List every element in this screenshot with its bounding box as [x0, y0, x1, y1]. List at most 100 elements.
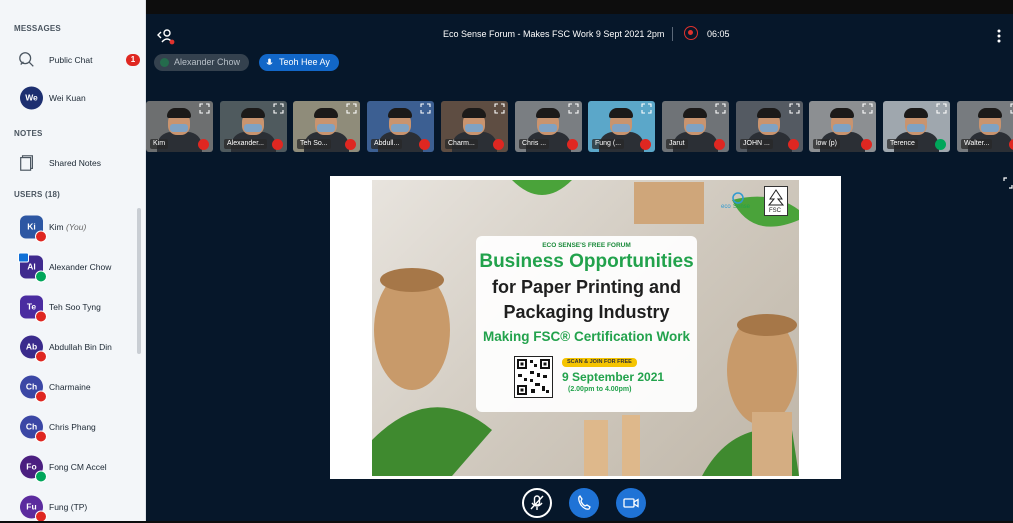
fullscreen-icon[interactable]: [346, 103, 357, 114]
microphone-muted-icon: [861, 139, 872, 150]
avatar: Fu: [20, 495, 47, 521]
video-tile[interactable]: low (p): [809, 101, 876, 152]
microphone-muted-icon: [493, 139, 504, 150]
toggle-userlist-icon[interactable]: [156, 27, 176, 45]
fullscreen-icon[interactable]: [641, 103, 652, 114]
avatar: Ab: [20, 335, 47, 363]
fullscreen-icon[interactable]: [862, 103, 873, 114]
video-tile[interactable]: Charm...: [441, 101, 508, 152]
avatar-initials: Ab: [25, 341, 38, 352]
video-user-name: Teh So...: [297, 139, 331, 149]
video-tile[interactable]: Walter...: [957, 101, 1013, 152]
messages-header: MESSAGES: [14, 24, 61, 33]
svg-text:eco: eco: [721, 204, 731, 210]
avatar: Ch: [20, 375, 47, 403]
shared-notes-label: Shared Notes: [49, 158, 101, 168]
top-bar: Eco Sense Forum - Makes FSC Work 9 Sept …: [146, 14, 1013, 54]
shared-notes-item[interactable]: Shared Notes: [0, 146, 145, 180]
video-tile[interactable]: JOHN ...: [736, 101, 803, 152]
recording-icon[interactable]: [684, 26, 698, 40]
person-hair: [167, 108, 191, 118]
fullscreen-icon[interactable]: [936, 103, 947, 114]
microphone-muted-icon: [345, 139, 356, 150]
user-name-text: Kim: [49, 222, 64, 232]
avatar: Ch: [20, 415, 47, 443]
eco-sense-logo: eco Sense: [721, 192, 751, 210]
face-mask: [465, 124, 483, 132]
avatar-initials: Fo: [26, 461, 37, 472]
video-user-name: Abdull...: [371, 139, 403, 149]
fullscreen-icon[interactable]: [199, 103, 210, 114]
video-tile[interactable]: Teh So...: [293, 101, 360, 152]
fullscreen-icon[interactable]: [568, 103, 579, 114]
fullscreen-icon[interactable]: [1003, 177, 1013, 189]
mute-button[interactable]: [522, 488, 552, 518]
user-name: Charmaine: [49, 382, 91, 392]
video-tile[interactable]: Fung (...: [588, 101, 655, 152]
user-name: Abdullah Bin Din: [49, 342, 112, 352]
user-list-item[interactable]: Fo Fong CM Accel: [0, 450, 145, 484]
microphone-icon: [35, 270, 47, 283]
share-webcam-button[interactable]: [616, 488, 646, 518]
video-user-name: Fung (...: [592, 139, 625, 149]
poster-title-line2: for Paper Printing and: [491, 277, 682, 297]
face-mask: [391, 124, 409, 132]
user-name: Kim (You): [49, 222, 86, 232]
meeting-title: Eco Sense Forum - Makes FSC Work 9 Sept …: [443, 29, 665, 39]
video-tile[interactable]: Kim: [146, 101, 213, 152]
fullscreen-icon[interactable]: [273, 103, 284, 114]
person-hair: [904, 108, 928, 118]
face-mask: [539, 124, 557, 132]
user-list-item[interactable]: Ch Chris Phang: [0, 410, 145, 444]
fullscreen-icon[interactable]: [420, 103, 431, 114]
person-hair: [830, 108, 854, 118]
microphone-muted-icon: [35, 430, 47, 443]
video-tile[interactable]: Jarut: [662, 101, 729, 152]
talking-indicator: Teoh Hee Ay: [259, 54, 339, 71]
fullscreen-icon[interactable]: [494, 103, 505, 114]
talker-name: Teoh Hee Ay: [279, 57, 330, 67]
poster-panel: ECO SENSE'S FREE FORUM Business Opportun…: [476, 236, 697, 412]
video-tile[interactable]: Chris ...: [515, 101, 582, 152]
divider: [672, 27, 673, 41]
video-user-name: Alexander...: [224, 139, 267, 149]
public-chat-item[interactable]: Public Chat 1: [0, 43, 145, 77]
avatar-initials: Ki: [27, 221, 36, 232]
video-user-name: Kim: [150, 139, 169, 149]
user-list-scrollbar[interactable]: [137, 208, 141, 354]
more-options-icon[interactable]: [996, 28, 1002, 44]
user-list-item[interactable]: Al Alexander Chow: [0, 250, 145, 284]
private-chat-item[interactable]: We Wei Kuan: [0, 81, 145, 115]
user-list-item[interactable]: Ki Kim (You): [0, 210, 145, 244]
video-user-name: Chris ...: [519, 139, 550, 149]
user-list-item[interactable]: Fu Fung (TP): [0, 490, 145, 521]
microphone-muted-icon: [35, 350, 47, 363]
video-tile[interactable]: Abdull...: [367, 101, 434, 152]
avatar: Fo: [20, 455, 47, 483]
person-hair: [757, 108, 781, 118]
user-list-item[interactable]: Ab Abdullah Bin Din: [0, 330, 145, 364]
fsc-logo: FSC: [764, 186, 788, 216]
presenter-icon: [18, 252, 29, 263]
microphone-muted-icon: [35, 310, 47, 323]
face-mask: [612, 124, 630, 132]
fullscreen-icon[interactable]: [715, 103, 726, 114]
user-name-text: Teh Soo Tyng: [49, 302, 101, 312]
video-tile[interactable]: Terence: [883, 101, 950, 152]
microphone-icon: [35, 470, 47, 483]
avatar: Al: [18, 252, 47, 283]
talker-name: Alexander Chow: [174, 57, 241, 67]
user-list-item[interactable]: Te Teh Soo Tyng: [0, 290, 145, 324]
users-header: USERS (18): [14, 190, 61, 199]
presentation-slide: eco Sense FSC ECO SENSE'S FREE FORUM Bus…: [330, 176, 841, 479]
microphone-muted-icon: [35, 510, 47, 521]
video-tile[interactable]: Alexander...: [220, 101, 287, 152]
avatar-initials: Ch: [25, 381, 38, 392]
person-hair: [978, 108, 1002, 118]
microphone-muted-icon: [1009, 139, 1013, 150]
fullscreen-icon[interactable]: [789, 103, 800, 114]
video-user-name: low (p): [813, 139, 841, 149]
leave-audio-button[interactable]: [569, 488, 599, 518]
user-list-item[interactable]: Ch Charmaine: [0, 370, 145, 404]
you-suffix: (You): [66, 222, 87, 232]
